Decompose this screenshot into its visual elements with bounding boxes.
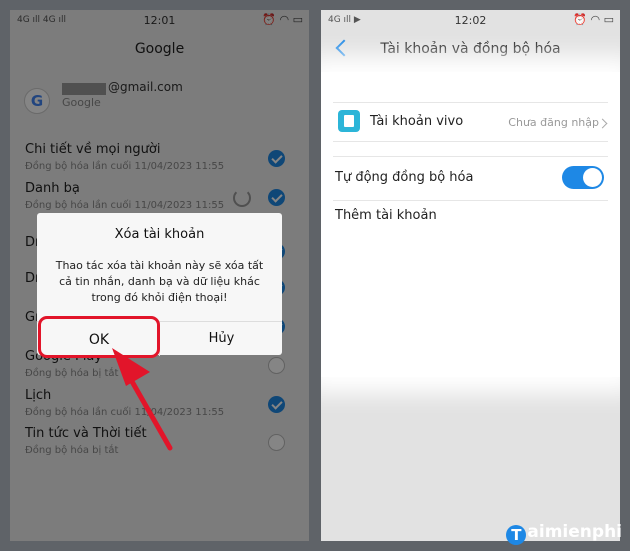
auto-sync-toggle[interactable] <box>562 166 604 189</box>
dialog-title: Xóa tài khoản <box>114 227 205 242</box>
right-phone-screen: 4G ıll ▶ 12:02 ⏰ ◠ ▭ Tài khoản và đồng b… <box>321 10 620 541</box>
watermark-text: aimienphi <box>527 522 622 542</box>
auto-sync-label: Tự động đồng bộ hóa <box>335 170 474 185</box>
vivo-account-icon <box>338 110 360 132</box>
toggle-knob <box>583 168 602 187</box>
status-bar: 4G ıll ▶ 12:02 ⏰ ◠ ▭ <box>321 10 620 32</box>
divider <box>333 141 608 142</box>
left-phone-screen: 4G ıll 4G ıll 12:01 ⏰ ◠ ▭ Google G @gmai… <box>10 10 309 541</box>
vivo-account-status: Chưa đăng nhập <box>508 116 599 129</box>
watermark-logo: Taimienphi <box>506 522 622 545</box>
cancel-button[interactable]: Hủy <box>159 322 283 356</box>
ok-button[interactable]: OK <box>38 316 160 358</box>
page-title: Tài khoản và đồng bộ hóa <box>380 41 561 57</box>
dialog-message: Thao tác xóa tài khoản này sẽ xóa tất cả… <box>55 259 264 304</box>
status-icons: ⏰ ◠ ▭ <box>573 13 614 26</box>
add-account-button[interactable]: Thêm tài khoản <box>335 208 437 223</box>
divider <box>333 200 608 201</box>
vivo-account-label[interactable]: Tài khoản vivo <box>370 114 463 129</box>
divider <box>333 156 608 157</box>
watermark-icon: T <box>506 525 527 545</box>
divider <box>333 102 608 103</box>
